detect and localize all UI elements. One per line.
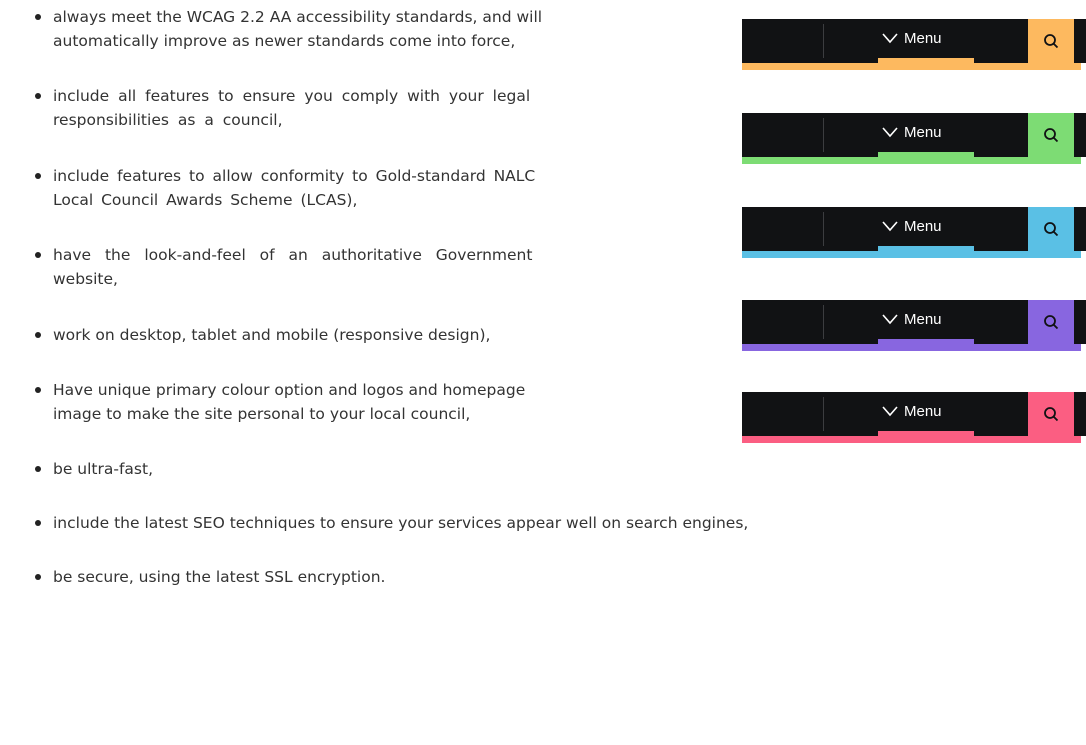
header-bar-preview: Menu	[742, 392, 1086, 443]
menu-label: Menu	[904, 30, 942, 47]
search-icon	[1044, 128, 1059, 143]
stripe-gap	[1081, 251, 1086, 258]
accent-stripe	[742, 436, 1081, 443]
accent-stripe	[742, 157, 1081, 164]
bullet-icon	[35, 173, 41, 179]
menu-button[interactable]: Menu	[870, 113, 980, 157]
divider	[823, 212, 824, 246]
stripe-gap	[1081, 63, 1086, 70]
list-item-text: be secure, using the latest SSL encrypti…	[53, 568, 386, 586]
accent-stripe	[742, 251, 1081, 258]
bullet-icon	[35, 387, 41, 393]
list-item-text: Have unique primary colour option and lo…	[53, 381, 526, 423]
header-bar-edge	[1074, 207, 1086, 251]
search-button[interactable]	[1028, 19, 1074, 63]
bullet-icon	[35, 93, 41, 99]
menu-label: Menu	[904, 311, 942, 328]
accent-stripe	[742, 63, 1081, 70]
search-button[interactable]	[1028, 300, 1074, 344]
search-icon	[1044, 315, 1059, 330]
menu-button[interactable]: Menu	[870, 392, 980, 436]
search-icon	[1044, 34, 1059, 49]
menu-label: Menu	[904, 218, 942, 235]
search-icon	[1044, 407, 1059, 422]
accent-stripe	[742, 344, 1081, 351]
bullet-icon	[35, 466, 41, 472]
header-bar-edge	[1074, 19, 1086, 63]
menu-button[interactable]: Menu	[870, 207, 980, 251]
bullet-icon	[35, 14, 41, 20]
list-item-text: include all features to ensure you compl…	[53, 87, 531, 129]
header-bar-preview: Menu	[742, 19, 1086, 70]
chevron-down-icon	[882, 127, 898, 138]
list-item-text: be ultra-fast,	[53, 460, 154, 478]
search-button[interactable]	[1028, 207, 1074, 251]
header-bar-edge	[1074, 113, 1086, 157]
list-item-text: always meet the WCAG 2.2 AA accessibilit…	[53, 8, 543, 50]
bullet-icon	[35, 252, 41, 258]
menu-label: Menu	[904, 403, 942, 420]
list-item-text: work on desktop, tablet and mobile (resp…	[53, 326, 491, 344]
list-item-text: include the latest SEO techniques to ens…	[53, 514, 749, 532]
chevron-down-icon	[882, 33, 898, 44]
stripe-gap	[1081, 436, 1086, 443]
chevron-down-icon	[882, 406, 898, 417]
search-button[interactable]	[1028, 392, 1074, 436]
stripe-gap	[1081, 157, 1086, 164]
stripe-gap	[1081, 344, 1086, 351]
bullet-icon	[35, 574, 41, 580]
header-bar-preview: Menu	[742, 207, 1086, 258]
divider	[823, 397, 824, 431]
divider	[823, 305, 824, 339]
menu-label: Menu	[904, 124, 942, 141]
divider	[823, 118, 824, 152]
header-bar-edge	[1074, 300, 1086, 344]
bullet-icon	[35, 520, 41, 526]
bullet-icon	[35, 332, 41, 338]
list-item-text: have the look-and-feel of an authoritati…	[53, 246, 533, 288]
search-icon	[1044, 222, 1059, 237]
list-item-text: include features to allow conformity to …	[53, 167, 536, 209]
header-bar-edge	[1074, 392, 1086, 436]
chevron-down-icon	[882, 221, 898, 232]
header-bar-preview: Menu	[742, 300, 1086, 351]
menu-button[interactable]: Menu	[870, 19, 980, 63]
search-button[interactable]	[1028, 113, 1074, 157]
header-bar-preview: Menu	[742, 113, 1086, 164]
chevron-down-icon	[882, 314, 898, 325]
menu-button[interactable]: Menu	[870, 300, 980, 344]
divider	[823, 24, 824, 58]
